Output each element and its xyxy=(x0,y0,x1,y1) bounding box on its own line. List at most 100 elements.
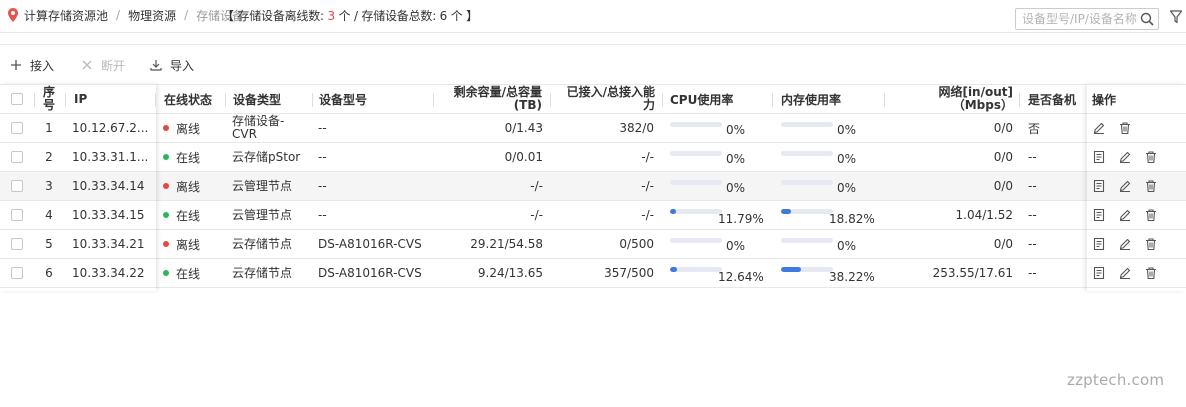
detail-icon[interactable] xyxy=(1093,267,1105,279)
mem-usage-fill xyxy=(781,267,801,272)
header-ops: 操作 xyxy=(1092,92,1117,107)
header-type[interactable]: 设备类型 xyxy=(233,85,311,113)
mem-usage-text: 38.22% xyxy=(829,270,875,284)
cpu-usage-fill xyxy=(670,267,677,272)
header-network[interactable]: 网络[in/out]（Mbps） xyxy=(893,85,1013,113)
row-checkbox[interactable] xyxy=(11,209,23,221)
search-input[interactable] xyxy=(1016,9,1136,29)
table-row[interactable]: 2 10.33.31.1... 在线 云存储pStor -- 0/0.01 -/- 0% 0% 0… xyxy=(0,143,1186,172)
delete-icon[interactable] xyxy=(1145,209,1157,221)
detail-icon[interactable] xyxy=(1093,180,1105,192)
row-backup: -- xyxy=(1028,237,1037,251)
delete-icon[interactable] xyxy=(1119,122,1131,134)
header-access[interactable]: 已接入/总接入能力 xyxy=(555,85,655,113)
edit-icon[interactable] xyxy=(1119,267,1131,279)
filter-icon[interactable] xyxy=(1170,10,1182,24)
row-access: -/- xyxy=(641,208,654,222)
header-capacity[interactable]: 剩余容量/总容量(TB) xyxy=(436,85,542,113)
edit-icon[interactable] xyxy=(1093,122,1105,134)
edit-icon[interactable] xyxy=(1119,238,1131,250)
row-seq: 2 xyxy=(45,150,53,164)
column-separator[interactable] xyxy=(65,93,66,107)
row-mem: 0% xyxy=(781,143,881,171)
status-text: 在线 xyxy=(176,266,201,281)
row-access: -/- xyxy=(641,179,654,193)
row-status: 离线 xyxy=(163,230,225,258)
column-separator[interactable] xyxy=(312,93,313,107)
table-row[interactable]: 6 10.33.34.22 在线 云存储节点 DS-A81016R-CVS 9.24/13… xyxy=(0,259,1186,288)
delete-icon[interactable] xyxy=(1145,151,1157,163)
connect-button[interactable]: 接入 xyxy=(10,56,54,74)
table-row[interactable]: 4 10.33.34.15 在线 云管理节点 -- -/- -/- 11.79% 18.82% 1… xyxy=(0,201,1186,230)
header-backup[interactable]: 是否备机 xyxy=(1028,85,1088,113)
table-row[interactable]: 3 10.33.34.14 离线 云管理节点 -- -/- -/- 0% 0% 0/0 -- xyxy=(0,172,1186,201)
edit-icon[interactable] xyxy=(1119,180,1131,192)
row-cpu: 0% xyxy=(670,230,770,258)
row-model: DS-A81016R-CVS xyxy=(318,237,422,251)
table-row[interactable]: 5 10.33.34.21 离线 云存储节点 DS-A81016R-CVS 29.21/5… xyxy=(0,230,1186,259)
delete-icon[interactable] xyxy=(1145,238,1157,250)
offline-count: 3 xyxy=(327,9,335,23)
row-checkbox[interactable] xyxy=(11,151,23,163)
detail-icon[interactable] xyxy=(1093,209,1105,221)
status-dot-icon xyxy=(163,212,169,218)
column-separator[interactable] xyxy=(884,93,885,107)
row-checkbox[interactable] xyxy=(11,238,23,250)
header-model[interactable]: 设备型号 xyxy=(319,85,429,113)
column-separator[interactable] xyxy=(550,93,551,107)
row-model: DS-A81016R-CVS xyxy=(318,266,422,280)
row-type: 云存储节点 xyxy=(232,265,293,280)
mem-usage-bar xyxy=(781,122,833,127)
edit-icon[interactable] xyxy=(1119,209,1131,221)
import-button[interactable]: 导入 xyxy=(150,56,194,74)
mem-usage-text: 0% xyxy=(837,152,857,166)
row-capacity: -/- xyxy=(530,179,543,193)
select-all-checkbox[interactable] xyxy=(11,93,23,105)
top-bar: 计算存储资源池 / 物理资源 / 存储设备 【 存储设备离线数: 3 个 / 存… xyxy=(0,0,1186,33)
breadcrumb: 计算存储资源池 / 物理资源 / 存储设备 xyxy=(8,7,244,23)
breadcrumb-item-physical[interactable]: 物理资源 xyxy=(128,7,176,24)
search-icon[interactable] xyxy=(1140,12,1154,26)
delete-icon[interactable] xyxy=(1145,267,1157,279)
breadcrumb-item-pool[interactable]: 计算存储资源池 xyxy=(24,7,108,24)
summary-prefix: 【 存储设备离线数: xyxy=(222,9,328,23)
detail-icon[interactable] xyxy=(1093,151,1105,163)
row-model: -- xyxy=(318,179,327,193)
column-separator[interactable] xyxy=(1019,93,1020,107)
column-separator[interactable] xyxy=(662,93,663,107)
row-model: -- xyxy=(318,121,327,135)
watermark: zzptech.com xyxy=(1067,371,1165,389)
mem-usage-bar xyxy=(781,209,833,214)
row-checkbox[interactable] xyxy=(11,267,23,279)
row-status: 在线 xyxy=(163,143,225,171)
row-actions xyxy=(1093,143,1185,171)
mem-usage-text: 0% xyxy=(837,239,857,253)
detail-icon[interactable] xyxy=(1093,238,1105,250)
row-seq: 5 xyxy=(45,237,53,251)
delete-icon[interactable] xyxy=(1145,180,1157,192)
row-type: 存储设备-CVR xyxy=(232,114,285,141)
row-mem: 18.82% xyxy=(781,201,881,229)
column-separator[interactable] xyxy=(155,93,156,107)
cpu-usage-bar xyxy=(670,209,722,214)
cpu-usage-fill xyxy=(670,209,676,214)
edit-icon[interactable] xyxy=(1119,151,1131,163)
header-cpu[interactable]: CPU使用率 xyxy=(670,85,770,113)
header-status[interactable]: 在线状态 xyxy=(164,85,226,113)
table-row[interactable]: 1 10.12.67.2... 离线 存储设备-CVR -- 0/1.43 382/0 0% 0… xyxy=(0,114,1186,143)
column-separator[interactable] xyxy=(34,93,35,107)
row-checkbox[interactable] xyxy=(11,122,23,134)
column-separator[interactable] xyxy=(225,93,226,107)
header-ip[interactable]: IP xyxy=(74,85,134,113)
disconnect-label: 断开 xyxy=(101,58,126,73)
row-model: -- xyxy=(318,150,327,164)
row-ip: 10.33.34.22 xyxy=(72,266,145,280)
header-mem[interactable]: 内存使用率 xyxy=(781,85,881,113)
toolbar: 接入 断开 导入 xyxy=(0,44,1186,84)
mem-usage-bar xyxy=(781,238,833,243)
row-checkbox[interactable] xyxy=(11,180,23,192)
disconnect-button[interactable]: 断开 xyxy=(81,56,125,74)
column-separator[interactable] xyxy=(433,93,434,107)
column-separator[interactable] xyxy=(772,93,773,107)
mem-usage-bar xyxy=(781,180,833,185)
